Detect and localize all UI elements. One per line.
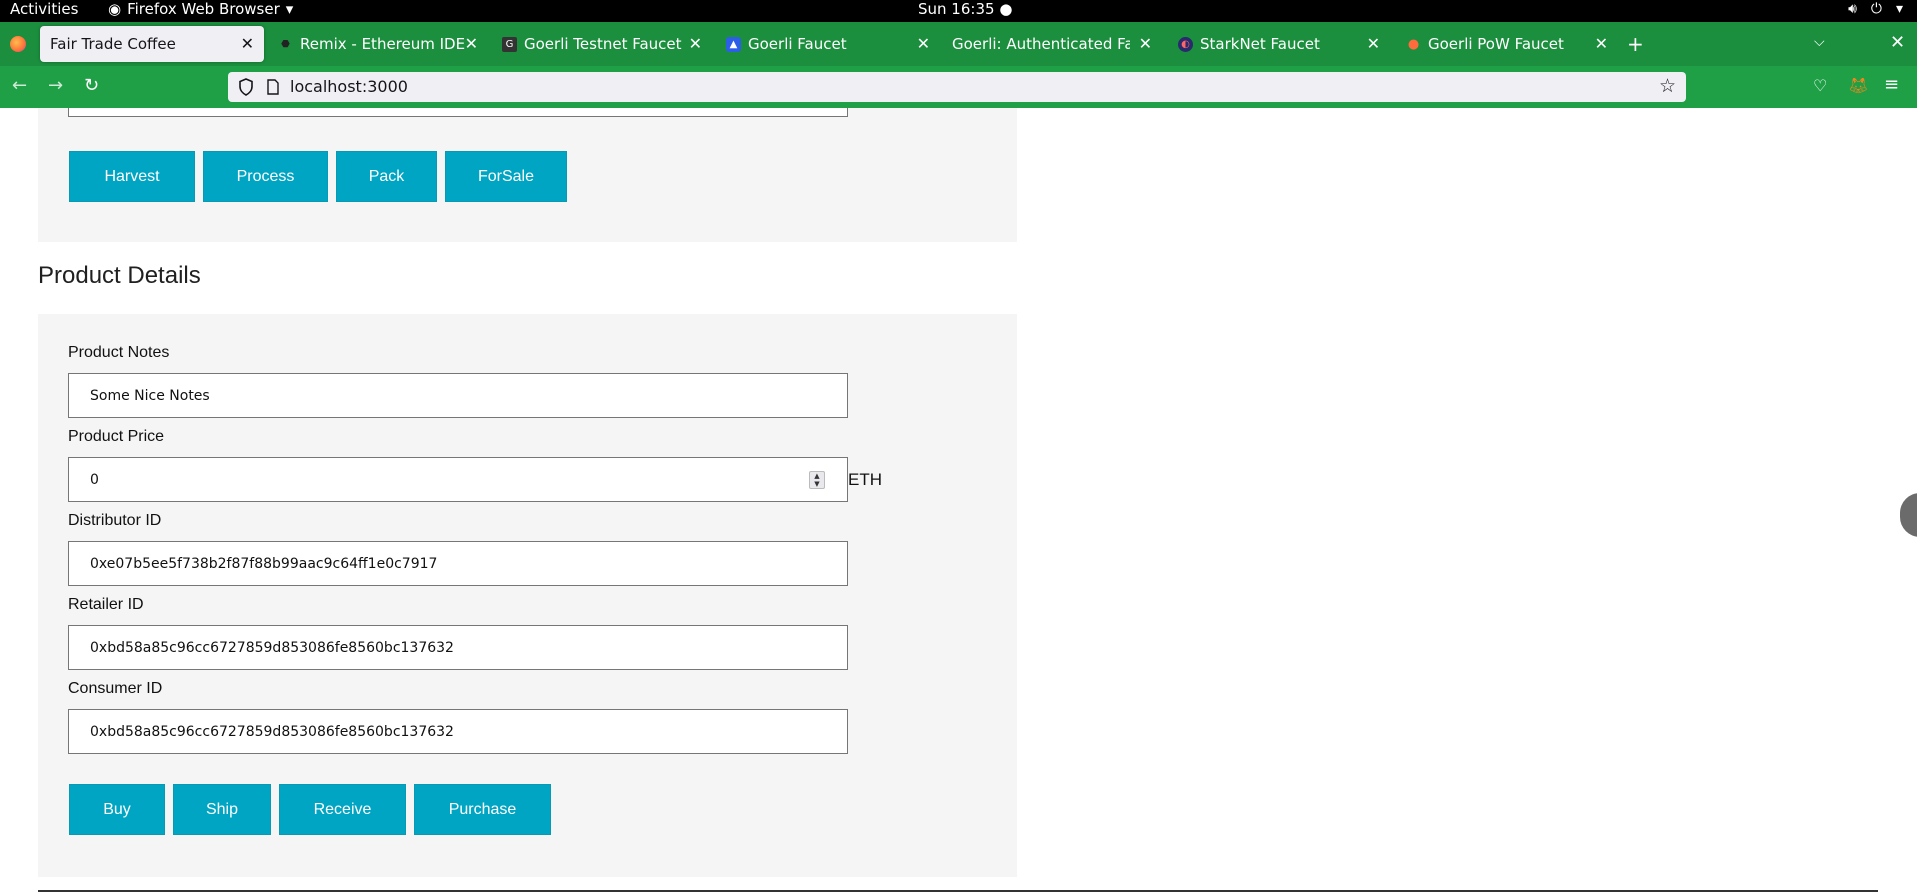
window-close-button[interactable]: ✕ xyxy=(1890,32,1905,53)
alchemy-icon: ▲ xyxy=(726,36,741,52)
ship-button[interactable]: Ship xyxy=(173,784,271,835)
product-notes-input[interactable]: Some Nice Notes xyxy=(68,373,848,418)
tab-goerli-authenticated-faucet[interactable]: Goerli: Authenticated Faucet ✕ xyxy=(944,26,1162,62)
firefox-icon: ◉ xyxy=(108,0,122,18)
distribution-action-buttons: Buy Ship Receive Purchase xyxy=(69,784,551,835)
navigation-toolbar: ← → ↻ localhost:3000 ☆ ♡ 🦊︎ ≡ xyxy=(0,66,1917,108)
system-top-bar: Activities ◉ Firefox Web Browser ▾ Sun 1… xyxy=(0,0,1917,22)
power-icon: ⏻ xyxy=(1870,1,1882,17)
farm-action-buttons: Harvest Process Pack ForSale xyxy=(69,151,567,202)
consumer-id-input[interactable]: 0xbd58a85c96cc6727859d853086fe8560bc1376… xyxy=(68,709,848,754)
app-menu[interactable]: ◉ Firefox Web Browser ▾ xyxy=(108,0,293,18)
distributor-id-input[interactable]: 0xe07b5ee5f738b2f87f88b99aac9c64ff1e0c79… xyxy=(68,541,848,586)
purchase-button[interactable]: Purchase xyxy=(414,784,551,835)
farm-actions-panel: Harvest Process Pack ForSale xyxy=(38,108,1017,242)
tab-goerli-testnet-faucet[interactable]: G Goerli Testnet Faucet ✕ xyxy=(492,26,712,62)
shield-icon[interactable] xyxy=(238,78,254,96)
url-bar[interactable]: localhost:3000 ☆ xyxy=(228,72,1686,102)
forward-button[interactable]: → xyxy=(48,76,63,96)
tab-label: Goerli: Authenticated Faucet xyxy=(952,35,1130,53)
page-content: Harvest Process Pack ForSale Product Det… xyxy=(0,108,1917,895)
tab-remix[interactable]: ⬣ Remix - Ethereum IDE ✕ xyxy=(268,26,488,62)
notification-dot-icon: ● xyxy=(999,0,1013,18)
back-button[interactable]: ← xyxy=(12,76,27,96)
tab-goerli-faucet[interactable]: ▲ Goerli Faucet ✕ xyxy=(716,26,940,62)
close-icon[interactable]: ✕ xyxy=(689,35,702,53)
faucet-icon: G xyxy=(502,36,517,52)
tab-label: Remix - Ethereum IDE xyxy=(300,35,466,53)
process-button[interactable]: Process xyxy=(203,151,328,202)
harvest-button[interactable]: Harvest xyxy=(69,151,195,202)
consumer-id-label: Consumer ID xyxy=(68,680,163,697)
close-icon[interactable]: ✕ xyxy=(1367,35,1380,53)
tab-label: Goerli Faucet xyxy=(748,35,847,53)
clock-label: Sun 16:35 xyxy=(918,0,995,18)
metamask-fox-icon[interactable]: 🦊︎ xyxy=(1848,76,1868,95)
product-price-value: 0 xyxy=(90,471,99,488)
drop-icon: ● xyxy=(1407,36,1420,52)
list-all-tabs-button[interactable]: ⌵ xyxy=(1814,34,1825,50)
reload-button[interactable]: ↻ xyxy=(84,76,99,96)
new-tab-button[interactable]: + xyxy=(1627,34,1644,54)
pack-button[interactable]: Pack xyxy=(336,151,437,202)
page-info-icon[interactable] xyxy=(266,79,280,95)
tab-label: Fair Trade Coffee xyxy=(50,35,176,53)
chevron-down-icon: ▾ xyxy=(285,0,294,18)
section-title-product-details: Product Details xyxy=(38,262,201,289)
distributor-id-label: Distributor ID xyxy=(68,512,162,529)
product-notes-label: Product Notes xyxy=(68,344,170,361)
divider xyxy=(38,890,1878,892)
chevron-down-icon: ▾ xyxy=(1895,1,1903,17)
hamburger-menu-icon[interactable]: ≡ xyxy=(1884,74,1899,95)
receive-button[interactable]: Receive xyxy=(279,784,406,835)
product-details-panel: Product Notes Some Nice Notes Product Pr… xyxy=(38,314,1017,877)
close-icon[interactable]: ✕ xyxy=(1595,35,1608,53)
retailer-id-input[interactable]: 0xbd58a85c96cc6727859d853086fe8560bc1376… xyxy=(68,625,848,670)
number-spinner-icon[interactable]: ▲ ▼ xyxy=(809,471,825,489)
system-menu[interactable]: 🔊︎ ⏻ ▾ xyxy=(1848,0,1903,18)
product-price-input[interactable]: 0 ▲ ▼ xyxy=(68,457,848,502)
bookmark-star-icon[interactable]: ☆ xyxy=(1659,75,1676,97)
url-text[interactable]: localhost:3000 xyxy=(290,77,408,97)
tab-starknet-faucet[interactable]: ◐ StarkNet Faucet ✕ xyxy=(1168,26,1390,62)
retailer-id-label: Retailer ID xyxy=(68,596,144,613)
side-panel-handle[interactable] xyxy=(1900,493,1917,537)
clock[interactable]: Sun 16:35 ● xyxy=(918,0,1012,18)
price-unit-label: ETH xyxy=(848,470,882,489)
tab-label: Goerli Testnet Faucet xyxy=(524,35,682,53)
app-name-label: Firefox Web Browser xyxy=(127,0,280,18)
previous-input-field[interactable] xyxy=(68,108,848,117)
tab-fair-trade-coffee[interactable]: Fair Trade Coffee ✕ xyxy=(40,26,264,62)
firefox-view-icon[interactable] xyxy=(10,36,26,52)
close-icon[interactable]: ✕ xyxy=(465,35,478,53)
volume-icon: 🔊︎ xyxy=(1848,1,1857,17)
activities-button[interactable]: Activities xyxy=(10,0,78,18)
remix-icon: ⬣ xyxy=(281,38,290,50)
tab-goerli-pow-faucet[interactable]: ● Goerli PoW Faucet ✕ xyxy=(1396,26,1618,62)
buy-button[interactable]: Buy xyxy=(69,784,165,835)
close-icon[interactable]: ✕ xyxy=(917,35,930,53)
close-icon[interactable]: ✕ xyxy=(1139,35,1152,53)
product-price-label: Product Price xyxy=(68,428,165,445)
close-icon[interactable]: ✕ xyxy=(241,35,254,53)
pocket-icon[interactable]: ♡ xyxy=(1813,76,1827,95)
tab-label: StarkNet Faucet xyxy=(1200,35,1320,53)
tab-strip: Fair Trade Coffee ✕ ⬣ Remix - Ethereum I… xyxy=(0,22,1917,66)
forsale-button[interactable]: ForSale xyxy=(445,151,567,202)
tab-label: Goerli PoW Faucet xyxy=(1428,35,1564,53)
starknet-icon: ◐ xyxy=(1178,36,1193,52)
